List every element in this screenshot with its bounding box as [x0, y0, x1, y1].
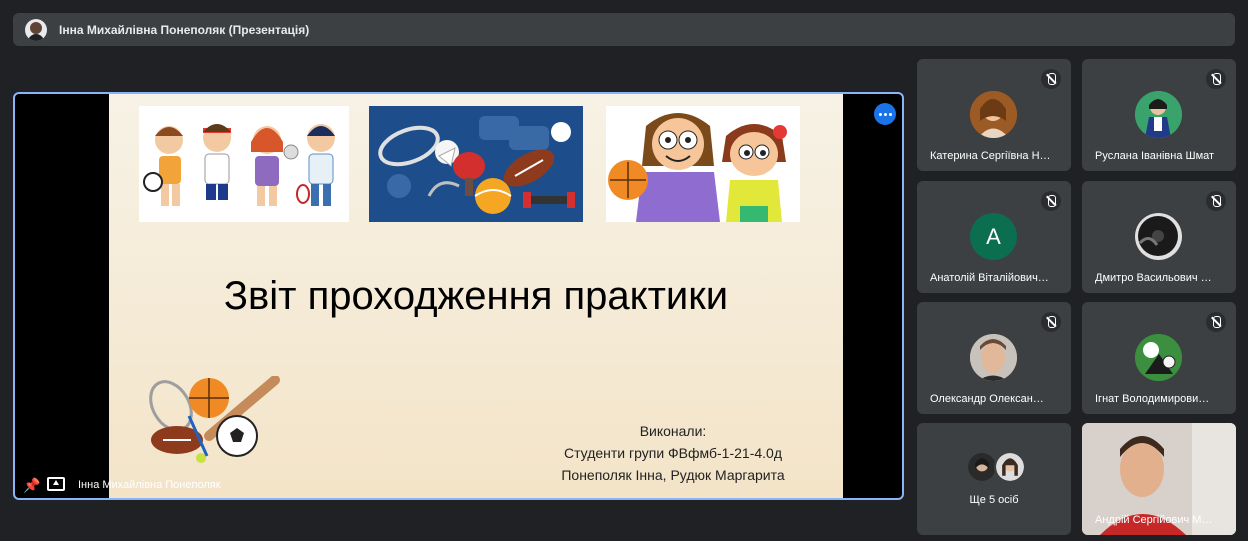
presenter-name: Інна Михайлівна Понеполяк: [78, 479, 221, 491]
avatar: [1135, 91, 1182, 138]
more-options-button[interactable]: [874, 103, 896, 125]
mic-off-icon: [1041, 312, 1061, 332]
grouped-avatars: [966, 451, 1026, 485]
participant-name: Андрій Сергійович М…: [1095, 514, 1213, 526]
avatar: [970, 91, 1017, 138]
mic-off-icon: [1041, 69, 1061, 89]
sports-balls-illustration: [149, 376, 280, 463]
presentation-stage[interactable]: Звіт проходження практики Виконали: Студ…: [13, 92, 904, 500]
participant-name: Анатолій Віталійович…: [930, 272, 1049, 284]
presentation-title: Інна Михайлівна Понеполяк (Презентація): [59, 22, 310, 37]
slide-title: Звіт проходження практики: [223, 274, 729, 318]
mic-off-icon: [1206, 69, 1226, 89]
slide-authors: Виконали: Студенти групи ФВфмб-1-21-4.0д…: [523, 420, 823, 486]
participant-tile[interactable]: Ігнат Володимирови…: [1082, 302, 1236, 414]
authors-group: Студенти групи ФВфмб-1-21-4.0д: [563, 445, 782, 461]
authors-names: Понеполяк Інна, Рудюк Маргарита: [561, 467, 785, 483]
presentation-slide: Звіт проходження практики Виконали: Студ…: [109, 94, 843, 498]
avatar-initial: A: [970, 213, 1017, 260]
participant-tile[interactable]: Руслана Іванівна Шмат: [1082, 59, 1236, 171]
participant-tile[interactable]: A Анатолій Віталійович…: [917, 181, 1071, 293]
kids-sports-illustration: [139, 106, 349, 222]
avatar: [994, 451, 1026, 483]
more-participants-label: Ще 5 осіб: [969, 494, 1019, 506]
participant-video-tile[interactable]: Андрій Сергійович М…: [1082, 423, 1236, 535]
participant-tile[interactable]: Олександр Олексан…: [917, 302, 1071, 414]
more-participants-tile[interactable]: Ще 5 осіб: [917, 423, 1071, 535]
participant-name: Дмитро Васильович …: [1095, 272, 1212, 284]
presenting-icon: [47, 477, 65, 491]
avatar: [1135, 334, 1182, 381]
pin-icon[interactable]: 📌: [23, 477, 40, 494]
participant-tile[interactable]: Катерина Сергіївна Н…: [917, 59, 1071, 171]
authors-heading: Виконали:: [639, 423, 707, 439]
sports-equipment-illustration: [369, 106, 583, 222]
mic-off-icon: [1041, 191, 1061, 211]
avatar: [1135, 213, 1182, 260]
participant-name: Руслана Іванівна Шмат: [1095, 150, 1215, 162]
presenter-avatar: [25, 18, 47, 41]
presentation-header: Інна Михайлівна Понеполяк (Презентація): [13, 13, 1235, 46]
participant-name: Олександр Олексан…: [930, 393, 1044, 405]
cartoon-teacher-illustration: [606, 106, 800, 222]
mic-off-icon: [1206, 191, 1226, 211]
participant-tile[interactable]: Дмитро Васильович …: [1082, 181, 1236, 293]
participant-name: Ігнат Володимирови…: [1095, 393, 1210, 405]
participant-name: Катерина Сергіївна Н…: [930, 150, 1051, 162]
mic-off-icon: [1206, 312, 1226, 332]
avatar: [970, 334, 1017, 381]
